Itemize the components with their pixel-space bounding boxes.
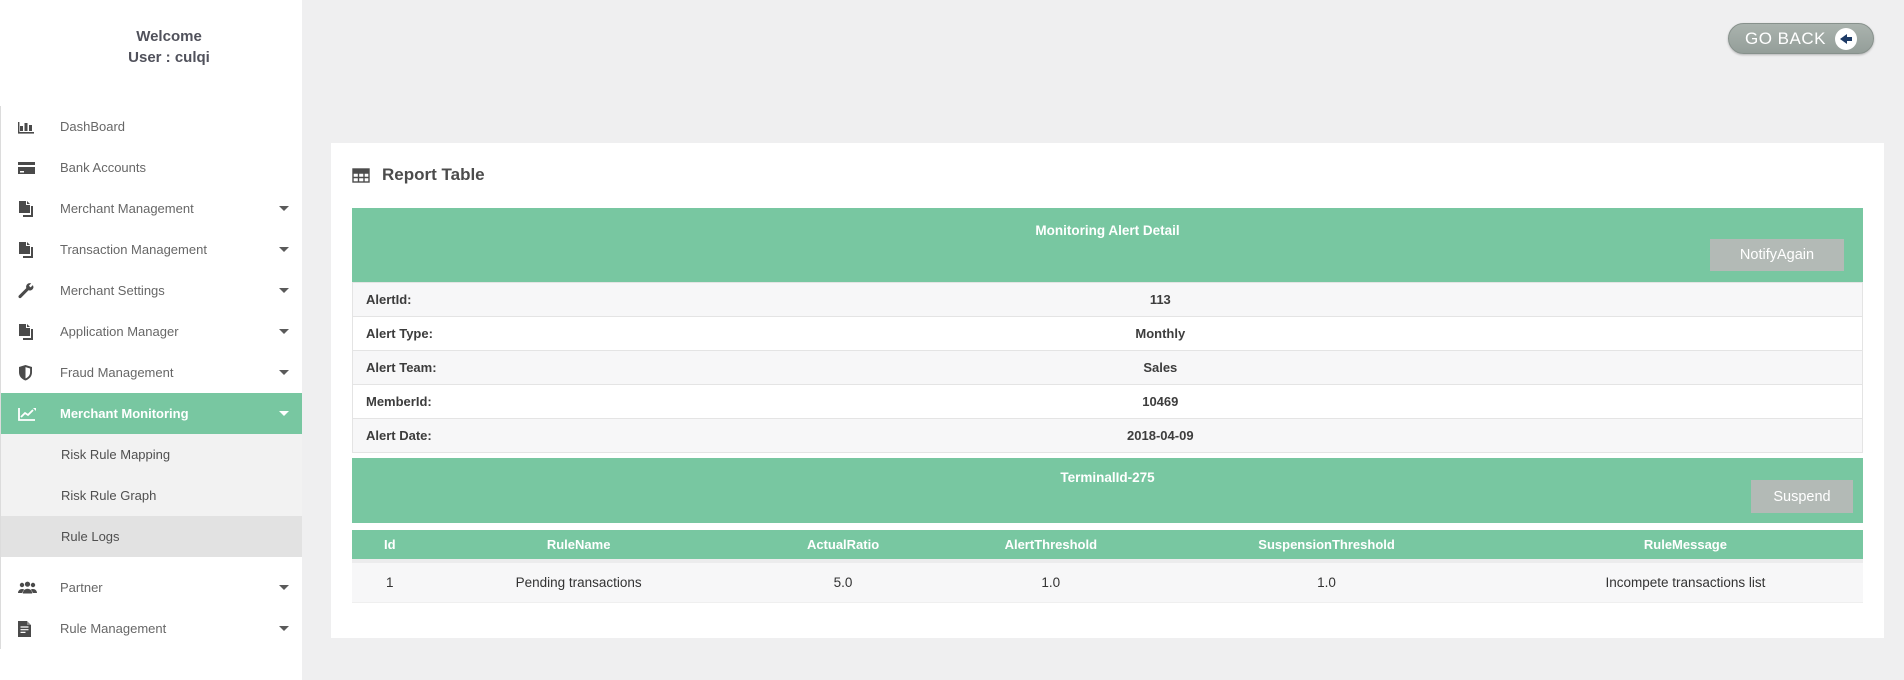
- chevron-down-icon: [279, 585, 289, 590]
- detail-value: 113: [760, 292, 1560, 307]
- column-header-actualratio: ActualRatio: [730, 530, 957, 563]
- cell-id: 1: [352, 563, 428, 603]
- copy-icon: [18, 324, 44, 340]
- chevron-down-icon: [279, 411, 289, 416]
- detail-row-alert-id: AlertId: 113: [352, 282, 1863, 317]
- table-row: 1 Pending transactions 5.0 1.0 1.0 Incom…: [352, 563, 1863, 603]
- sidebar-subitem-label: Risk Rule Graph: [61, 488, 156, 503]
- cell-rulename: Pending transactions: [428, 563, 730, 603]
- chevron-down-icon: [279, 288, 289, 293]
- rule-table-header-row: Id RuleName ActualRatio AlertThreshold S…: [352, 530, 1863, 563]
- column-header-suspensionthreshold: SuspensionThreshold: [1145, 530, 1508, 563]
- document-icon: [18, 621, 44, 637]
- detail-label: MemberId:: [353, 394, 760, 409]
- detail-row-member-id: MemberId: 10469: [352, 384, 1863, 419]
- alert-panel-title: Monitoring Alert Detail: [352, 208, 1863, 238]
- detail-row-alert-date: Alert Date: 2018-04-09: [352, 418, 1863, 453]
- detail-value: Monthly: [760, 326, 1560, 341]
- sidebar-subitem-risk-rule-graph[interactable]: Risk Rule Graph: [1, 475, 302, 516]
- wrench-icon: [18, 283, 44, 299]
- page-title: Report Table: [352, 143, 1863, 193]
- terminal-panel-header: TerminalId-275 Suspend: [352, 458, 1863, 523]
- sidebar-item-transaction-management[interactable]: Transaction Management: [1, 229, 302, 270]
- report-card: Report Table Monitoring Alert Detail Not…: [331, 143, 1884, 638]
- sidebar-item-merchant-management[interactable]: Merchant Management: [1, 188, 302, 229]
- column-header-alertthreshold: AlertThreshold: [956, 530, 1145, 563]
- sidebar-item-application-manager[interactable]: Application Manager: [1, 311, 302, 352]
- sidebar-item-label: Merchant Settings: [60, 283, 165, 298]
- line-chart-icon: [18, 407, 44, 421]
- sidebar-item-label: Merchant Monitoring: [60, 406, 189, 421]
- detail-label: Alert Type:: [353, 326, 760, 341]
- chevron-down-icon: [279, 626, 289, 631]
- cell-actualratio: 5.0: [730, 563, 957, 603]
- column-header-id: Id: [352, 530, 428, 563]
- detail-label: Alert Date:: [353, 428, 760, 443]
- detail-value: 10469: [760, 394, 1560, 409]
- copy-icon: [18, 201, 44, 217]
- detail-row-alert-team: Alert Team: Sales: [352, 350, 1863, 385]
- alert-detail-list: AlertId: 113 Alert Type: Monthly Alert T…: [352, 282, 1863, 453]
- copy-icon: [18, 242, 44, 258]
- welcome-text: Welcome User : culqi: [0, 0, 260, 68]
- cell-alertthreshold: 1.0: [956, 563, 1145, 603]
- sidebar-item-bank-accounts[interactable]: Bank Accounts: [1, 147, 302, 188]
- sidebar-item-label: Fraud Management: [60, 365, 173, 380]
- alert-panel-header: Monitoring Alert Detail NotifyAgain: [352, 208, 1863, 282]
- go-back-label: GO BACK: [1745, 29, 1826, 49]
- suspend-button[interactable]: Suspend: [1751, 480, 1853, 513]
- chevron-down-icon: [279, 370, 289, 375]
- detail-label: Alert Team:: [353, 360, 760, 375]
- sidebar-item-label: DashBoard: [60, 119, 125, 134]
- detail-label: AlertId:: [353, 292, 760, 307]
- users-icon: [18, 581, 44, 595]
- detail-value: 2018-04-09: [760, 428, 1560, 443]
- chevron-down-icon: [279, 329, 289, 334]
- sidebar-item-label: Partner: [60, 580, 103, 595]
- go-back-button[interactable]: GO BACK: [1728, 23, 1874, 54]
- chevron-down-icon: [279, 206, 289, 211]
- sidebar-item-dashboard[interactable]: DashBoard: [1, 106, 302, 147]
- welcome-line1: Welcome: [78, 26, 260, 47]
- sidebar-item-fraud-management[interactable]: Fraud Management: [1, 352, 302, 393]
- welcome-username: User : culqi: [78, 47, 260, 68]
- nav-gap: [1, 557, 302, 567]
- page-title-text: Report Table: [382, 165, 485, 185]
- sidebar-item-label: Bank Accounts: [60, 160, 146, 175]
- sidebar-item-label: Merchant Management: [60, 201, 194, 216]
- sidebar-item-label: Transaction Management: [60, 242, 207, 257]
- cell-suspensionthreshold: 1.0: [1145, 563, 1508, 603]
- back-arrow-icon: [1835, 28, 1857, 50]
- cell-rulemessage: Incompete transactions list: [1508, 563, 1863, 603]
- rule-table: Id RuleName ActualRatio AlertThreshold S…: [352, 530, 1863, 603]
- shield-icon: [18, 365, 44, 381]
- notify-again-button[interactable]: NotifyAgain: [1710, 239, 1844, 271]
- sidebar-item-label: Application Manager: [60, 324, 179, 339]
- terminal-panel-title: TerminalId-275: [352, 458, 1863, 485]
- sidebar-subitem-risk-rule-mapping[interactable]: Risk Rule Mapping: [1, 434, 302, 475]
- sidebar-item-label: Rule Management: [60, 621, 166, 636]
- column-header-rulemessage: RuleMessage: [1508, 530, 1863, 563]
- detail-value: Sales: [760, 360, 1560, 375]
- sidebar-item-merchant-settings[interactable]: Merchant Settings: [1, 270, 302, 311]
- table-icon: [352, 168, 370, 183]
- sidebar: Welcome User : culqi DashBoard Bank Acco…: [0, 0, 302, 680]
- credit-card-icon: [18, 161, 44, 175]
- sidebar-item-rule-management[interactable]: Rule Management: [1, 608, 302, 649]
- chevron-down-icon: [279, 247, 289, 252]
- bar-chart-icon: [18, 119, 44, 134]
- sidebar-subitem-label: Risk Rule Mapping: [61, 447, 170, 462]
- sidebar-subitem-label: Rule Logs: [61, 529, 120, 544]
- sidebar-item-merchant-monitoring[interactable]: Merchant Monitoring: [1, 393, 302, 434]
- detail-row-alert-type: Alert Type: Monthly: [352, 316, 1863, 351]
- sidebar-item-partner[interactable]: Partner: [1, 567, 302, 608]
- sidebar-nav: DashBoard Bank Accounts Merchant Managem…: [0, 106, 302, 649]
- column-header-rulename: RuleName: [428, 530, 730, 563]
- sidebar-subitem-rule-logs[interactable]: Rule Logs: [1, 516, 302, 557]
